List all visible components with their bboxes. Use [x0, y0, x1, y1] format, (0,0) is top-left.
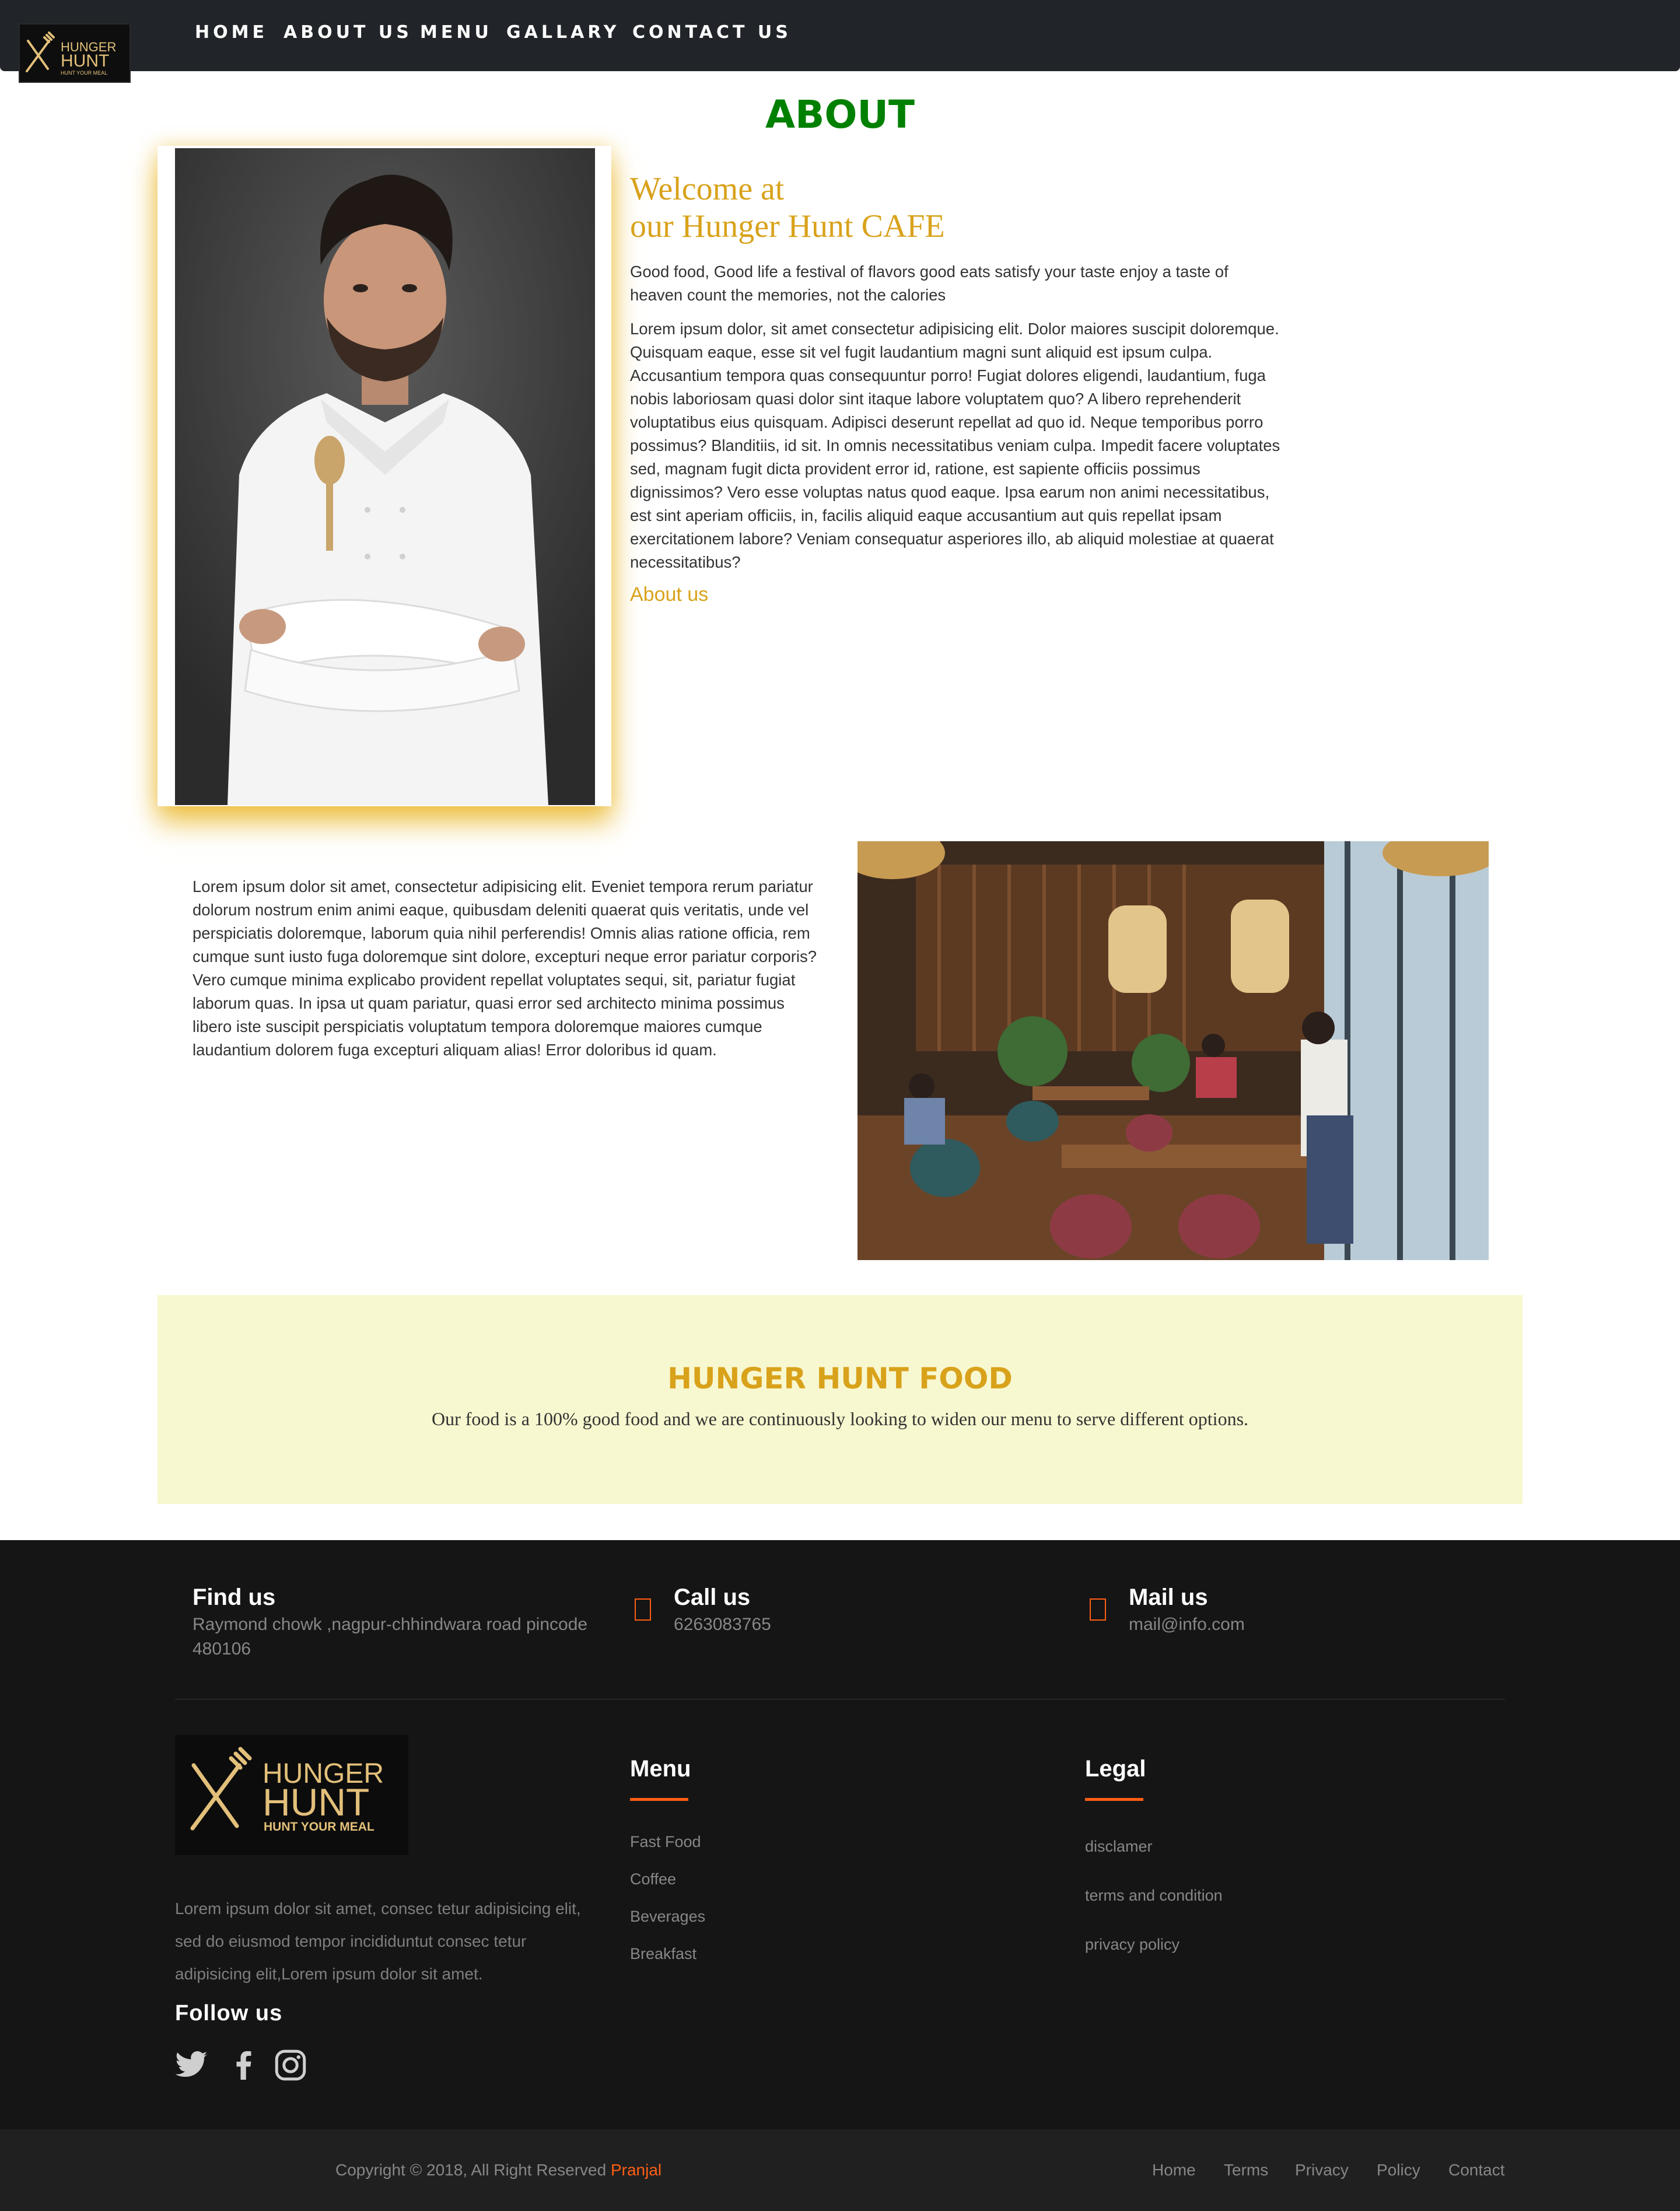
logo-line2: HUNT — [262, 1780, 369, 1824]
footer-menu-coffee[interactable]: Coffee — [630, 1870, 676, 1888]
footer-menu-heading: Menu — [630, 1756, 691, 1782]
story-paragraph: Lorem ipsum dolor sit amet, consectetur … — [192, 877, 817, 1059]
welcome-heading: Welcome at our Hunger Hunt CAFE — [630, 170, 1283, 245]
brand-logo-small[interactable]: HUNGER HUNT HUNT YOUR MEAL — [19, 23, 131, 83]
footer-legal-disclamer[interactable]: disclamer — [1085, 1838, 1153, 1856]
logo-line2-small: HUNT — [61, 51, 109, 71]
bottom-link-home[interactable]: Home — [1152, 2161, 1196, 2179]
footer-legal-underline — [1085, 1798, 1143, 1801]
logo-tagline-small: HUNT YOUR MEAL — [61, 70, 107, 76]
chef-photo-frame — [158, 146, 611, 806]
about-tagline: Good food, Good life a festival of flavo… — [630, 263, 1228, 304]
footer-legal-terms[interactable]: terms and condition — [1085, 1887, 1223, 1905]
nav-about-us[interactable]: ABOUT US — [284, 22, 412, 48]
facebook-icon[interactable] — [226, 2048, 261, 2083]
about-paragraph: Lorem ipsum dolor, sit amet consectetur … — [630, 320, 1280, 571]
find-us-title: Find us — [192, 1584, 276, 1610]
bottom-link-contact[interactable]: Contact — [1448, 2161, 1505, 2179]
mail-us-title: Mail us — [1129, 1584, 1208, 1610]
chef-photo — [175, 148, 595, 805]
instagram-icon[interactable] — [273, 2048, 308, 2083]
footer-menu-beverages[interactable]: Beverages — [630, 1908, 705, 1926]
find-us-address: Raymond chowk ,nagpur-chhindwara road pi… — [192, 1615, 588, 1659]
about-us-link[interactable]: About us — [630, 583, 708, 606]
mail-us-address[interactable]: mail@info.com — [1129, 1612, 1245, 1637]
logo-fork-knife-icon: HUNGER HUNT HUNT YOUR MEAL — [26, 32, 116, 76]
bottom-link-policy[interactable]: Policy — [1377, 2161, 1420, 2179]
logo-tagline: HUNT YOUR MEAL — [264, 1820, 374, 1834]
restaurant-interior-photo — [858, 841, 1489, 1260]
bottom-link-privacy[interactable]: Privacy — [1295, 2161, 1349, 2179]
envelope-icon — [1090, 1598, 1106, 1621]
food-banner-title: HUNGER HUNT FOOD — [667, 1362, 1013, 1395]
footer-legal-privacy[interactable]: privacy policy — [1085, 1936, 1180, 1954]
welcome-line-1: Welcome at — [630, 171, 785, 207]
footer-menu-underline — [630, 1798, 688, 1801]
footer-legal-heading: Legal — [1085, 1756, 1146, 1782]
call-us-title: Call us — [674, 1584, 751, 1610]
copyright-text: Copyright © 2018, All Right Reserved Pra… — [335, 2161, 662, 2179]
nav-menu[interactable]: MENU — [420, 22, 492, 48]
nav-contact-us[interactable]: CONTACT US — [632, 22, 792, 48]
twitter-icon[interactable] — [174, 2048, 209, 2083]
nav-home[interactable]: HOME — [195, 22, 268, 48]
about-heading: ABOUT — [765, 92, 915, 137]
copyright-bar — [0, 2129, 1680, 2211]
footer-menu-fast-food[interactable]: Fast Food — [630, 1833, 701, 1851]
food-banner: HUNGER HUNT FOOD Our food is a 100% good… — [158, 1295, 1522, 1504]
follow-us-heading: Follow us — [175, 2001, 283, 2025]
call-us-number[interactable]: 6263083765 — [674, 1612, 771, 1637]
phone-icon — [635, 1598, 651, 1621]
footer-description: Lorem ipsum dolor sit amet, consec tetur… — [175, 1899, 581, 1983]
welcome-line-2: our Hunger Hunt CAFE — [630, 208, 945, 244]
bottom-link-terms[interactable]: Terms — [1224, 2161, 1268, 2179]
footer-menu-breakfast[interactable]: Breakfast — [630, 1945, 696, 1963]
food-banner-description: Our food is a 100% good food and we are … — [431, 1408, 1249, 1429]
footer-logo[interactable]: HUNGER HUNT HUNT YOUR MEAL — [175, 1735, 408, 1855]
nav-gallary[interactable]: GALLARY — [506, 22, 620, 48]
copyright-author-link[interactable]: Pranjal — [611, 2161, 662, 2179]
logo-fork-knife-icon: HUNGER HUNT HUNT YOUR MEAL — [190, 1747, 384, 1834]
copyright-label: Copyright © 2018, All Right Reserved — [335, 2161, 611, 2179]
